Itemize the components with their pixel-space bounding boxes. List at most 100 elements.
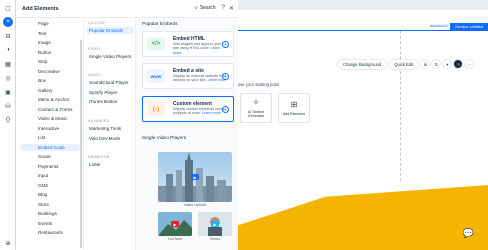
- www-icon: www: [147, 69, 165, 83]
- category-item[interactable]: Gallery: [20, 87, 80, 94]
- card-description: Display custom elements using snippets o…: [173, 107, 224, 116]
- apps-icon[interactable]: ▦: [3, 59, 13, 69]
- category-item[interactable]: Payments: [20, 163, 80, 170]
- subgroup-heading: ANIMATION: [88, 155, 110, 159]
- category-scrollbar[interactable]: [80, 40, 82, 248]
- more-icon[interactable]: ⋯: [465, 60, 474, 68]
- chat-icon[interactable]: 💬: [463, 228, 474, 239]
- card-description: Display an external website in a window …: [173, 74, 227, 83]
- card-description: Add widgets and apps to your site using …: [173, 42, 222, 55]
- code-icon: </>: [147, 37, 165, 51]
- animation-icon[interactable]: ✦: [443, 60, 452, 68]
- layers-icon[interactable]: ⊕: [3, 238, 13, 248]
- category-item[interactable]: Box: [20, 77, 80, 84]
- custom-element-card[interactable]: ⟨·⟩ Custom element Display custom elemen…: [142, 96, 234, 122]
- section-label[interactable]: Section: Untitled: [450, 23, 488, 30]
- category-item[interactable]: CMS: [20, 182, 80, 189]
- category-item[interactable]: Decorative: [20, 68, 80, 75]
- section-anchor-id: #section11: [429, 24, 448, 28]
- category-item[interactable]: Input: [20, 172, 80, 179]
- category-item[interactable]: Social: [20, 153, 80, 160]
- subgroup-heading: ADVANCED: [88, 119, 110, 123]
- subcategory-item-selected[interactable]: Popular Embeds: [86, 27, 134, 34]
- subcategory-item[interactable]: Velo Dev Mode: [86, 135, 134, 142]
- category-item[interactable]: Button: [20, 49, 80, 56]
- category-item[interactable]: Image: [20, 39, 80, 46]
- panel-title: Add Elements: [22, 5, 59, 12]
- search-button[interactable]: ⌕ Search: [195, 5, 216, 11]
- category-item[interactable]: Bookings: [20, 210, 80, 217]
- category-item[interactable]: Page: [20, 20, 80, 27]
- ai-section-generator-tile[interactable]: ✧ AI Section Generator: [240, 93, 272, 123]
- video-upload-thumbnail[interactable]: ▶: [158, 152, 232, 202]
- embed-html-card[interactable]: </> Embed HTML Add widgets and apps to y…: [142, 31, 234, 57]
- custom-code-icon: ⟨·⟩: [147, 102, 165, 116]
- category-item[interactable]: Text: [20, 30, 80, 37]
- header-strip: [238, 0, 488, 10]
- subcategory-list: CUSTOM Popular Embeds VIDEO Single Video…: [84, 18, 136, 250]
- add-elements-tile[interactable]: ⊞ Add Elements: [278, 93, 310, 123]
- subcategory-item[interactable]: Marketing Tools: [86, 125, 134, 132]
- help-icon[interactable]: ?: [454, 60, 463, 68]
- add-icon[interactable]: +: [222, 73, 229, 80]
- category-item[interactable]: Menu & Anchor: [20, 96, 80, 103]
- arrange-icon[interactable]: ⇅: [432, 60, 441, 68]
- subcategory-item[interactable]: Lottie: [86, 161, 134, 168]
- change-background-button[interactable]: Change Background: [338, 59, 387, 69]
- subcategory-item[interactable]: Single Video Players: [86, 53, 134, 60]
- vimeo-play-icon: ▶: [211, 221, 219, 227]
- embed-site-card[interactable]: www Embed a site Display an external web…: [142, 63, 234, 89]
- video-caption: YouTube: [167, 237, 183, 241]
- category-item[interactable]: List: [20, 134, 80, 141]
- add-icon[interactable]: +: [222, 106, 229, 113]
- section-title: Single Video Players: [142, 136, 187, 141]
- category-item[interactable]: Contact & Forms: [20, 106, 80, 113]
- add-section-icon[interactable]: ⊟: [3, 31, 13, 41]
- section-border: [238, 30, 488, 31]
- search-label: Search: [199, 5, 216, 11]
- subcategory-item[interactable]: Spotify Player: [86, 89, 134, 96]
- code-icon[interactable]: {}: [3, 115, 13, 125]
- youtube-thumbnail[interactable]: ▶: [158, 212, 192, 236]
- add-icon[interactable]: +: [222, 41, 229, 48]
- play-icon: ▶: [191, 174, 199, 180]
- plus-square-icon: ⊞: [290, 99, 298, 109]
- vimeo-thumbnail[interactable]: ▶: [198, 212, 232, 236]
- tile-label: AI Section Generator: [247, 109, 265, 118]
- search-icon: ⌕: [195, 5, 198, 11]
- tile-label: Add Elements: [282, 111, 306, 116]
- close-icon[interactable]: ✕: [229, 5, 234, 12]
- quick-edit-button[interactable]: Quick Edit: [389, 59, 419, 69]
- sparkle-icon: ✧: [252, 97, 260, 107]
- yellow-shape-decoration: [238, 185, 488, 250]
- subgroup-heading: VIDEO: [88, 47, 101, 51]
- cms-icon[interactable]: ⛁: [3, 101, 13, 111]
- editor-canvas[interactable]: #section11 Section: Untitled Change Back…: [238, 0, 488, 250]
- panel-header-actions: ? ✕: [222, 5, 234, 12]
- subcategory-item[interactable]: iTunes Button: [86, 98, 134, 105]
- help-icon[interactable]: ?: [222, 5, 225, 12]
- left-toolbar: ▢ + ⊟ ◑ ▦ ◎ ▣ ⛁ {} ⊕: [0, 0, 16, 250]
- add-elements-icon[interactable]: +: [3, 17, 13, 27]
- category-item-selected[interactable]: Embed Code: [20, 143, 80, 151]
- category-item[interactable]: Interactive: [20, 125, 80, 132]
- business-icon[interactable]: ◎: [3, 73, 13, 83]
- media-icon[interactable]: ▣: [3, 87, 13, 97]
- element-gallery: Popular Embeds </> Embed HTML Add widget…: [136, 18, 238, 250]
- grid-guide: [400, 31, 401, 181]
- category-item[interactable]: Video & Music: [20, 115, 80, 122]
- category-item[interactable]: Strip: [20, 58, 80, 65]
- learn-more-link[interactable]: Learn more: [202, 111, 221, 115]
- youtube-play-icon: ▶: [171, 221, 179, 227]
- category-item[interactable]: Store: [20, 201, 80, 208]
- subcategory-item[interactable]: SoundCloud Player: [86, 79, 134, 86]
- site-design-icon[interactable]: ◑: [3, 45, 13, 55]
- category-item[interactable]: Blog: [20, 191, 80, 198]
- layout-icon[interactable]: ⊞: [421, 60, 430, 68]
- category-list: Page Text Image Button Strip Decorative …: [16, 18, 84, 250]
- section-title: Popular Embeds: [142, 22, 178, 27]
- pages-icon[interactable]: ▢: [3, 3, 13, 13]
- category-item[interactable]: Events: [20, 220, 80, 227]
- video-caption: Video Upload: [183, 203, 207, 207]
- category-item[interactable]: Restaurants: [20, 229, 80, 236]
